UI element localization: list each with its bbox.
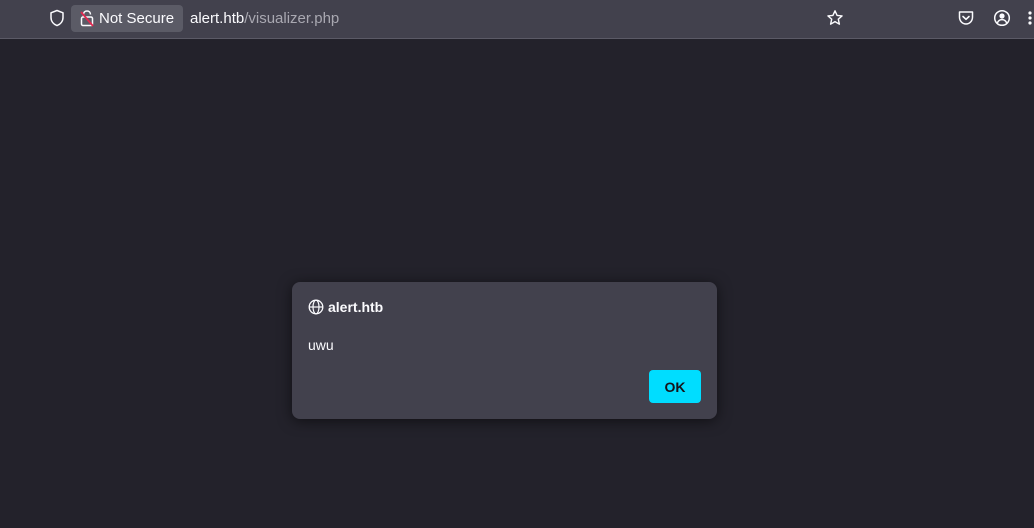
account-icon[interactable]	[993, 9, 1011, 27]
url-path: /visualizer.php	[244, 10, 340, 27]
dialog-origin: alert.htb	[328, 299, 384, 315]
insecure-lock-icon	[80, 10, 94, 27]
browser-toolbar: Not Secure alert.htb/visualizer.php	[0, 0, 1034, 39]
security-label: Not Secure	[99, 10, 175, 27]
shield-icon[interactable]	[49, 9, 65, 27]
alert-dialog: alert.htb uwu OK	[292, 282, 717, 419]
globe-icon	[308, 299, 324, 315]
pocket-icon[interactable]	[957, 9, 975, 27]
overflow-icon[interactable]	[1026, 9, 1034, 27]
dialog-message: uwu	[308, 337, 334, 353]
ok-button[interactable]: OK	[649, 370, 701, 403]
star-icon[interactable]	[826, 9, 844, 27]
url-bar[interactable]: alert.htb/visualizer.php	[190, 9, 339, 28]
site-security-indicator[interactable]: Not Secure	[71, 5, 183, 32]
url-host: alert.htb	[190, 10, 245, 27]
